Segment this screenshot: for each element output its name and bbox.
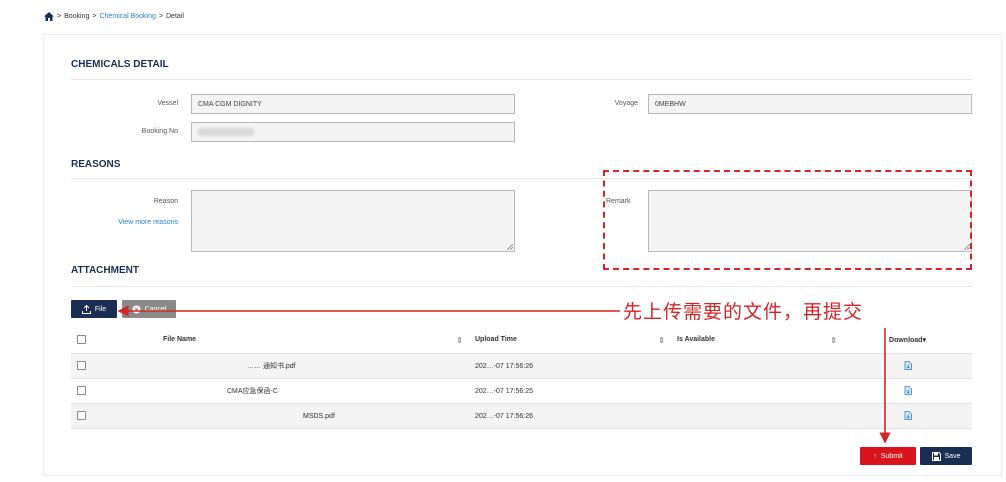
header-is-available[interactable]: Is Available ⇕ [671, 327, 843, 354]
breadcrumb-detail: Detail [166, 13, 184, 20]
is-available-cell [671, 403, 843, 429]
upload-time: 202…-07 17:56:25 [475, 387, 533, 395]
chevron-down-icon: ▾ [922, 337, 926, 344]
breadcrumb-chemical-booking[interactable]: Chemical Booking [99, 13, 155, 20]
breadcrumb-separator: > [92, 13, 97, 20]
row-checkbox-cell [71, 403, 157, 429]
header-download[interactable]: Download▾ [843, 327, 972, 354]
save-button[interactable]: Save [920, 447, 972, 465]
cancel-icon [132, 305, 141, 313]
header-checkbox-cell [71, 327, 157, 354]
resize-handle-icon[interactable] [507, 244, 513, 250]
breadcrumb-separator: > [57, 13, 62, 20]
table-header-row: File Name ⇕ Upload Time ⇕ Is Available ⇕ Do… [71, 327, 972, 354]
table-row: MSDS.pdf 202…-07 17:56:26 [71, 403, 972, 429]
voyage-value: 0MEBHW [655, 100, 686, 108]
file-upload-button[interactable]: File [71, 300, 117, 318]
table-row: CMA应急保函-C 202…-07 17:56:25 [71, 378, 972, 404]
view-more-reasons-link[interactable]: View more reasons [88, 219, 178, 226]
row-checkbox-cell [71, 378, 157, 404]
arrow-up-icon: ↑ [873, 452, 877, 460]
booking-no-label: Booking No [141, 128, 178, 135]
section-title-reasons: REASONS [71, 159, 121, 170]
annotation-text: 先上传需要的文件，再提交 [623, 301, 864, 323]
file-name: MSDS.pdf [303, 412, 335, 420]
header-upload-time[interactable]: Upload Time ⇕ [469, 327, 671, 354]
section-title-attachment: ATTACHMENT [71, 265, 139, 276]
download-icon[interactable] [904, 410, 912, 420]
upload-time-cell: 202…-07 17:56:25 [469, 378, 671, 404]
upload-time-cell: 202…-07 17:56:26 [469, 403, 671, 429]
save-button-label: Save [944, 452, 961, 460]
divider [71, 286, 972, 287]
voyage-field[interactable]: 0MEBHW [648, 94, 972, 114]
breadcrumb-separator: > [158, 13, 163, 20]
file-name-cell: MSDS.pdf [157, 403, 469, 429]
upload-time: 202…-07 17:56:26 [475, 362, 533, 370]
upload-icon [81, 304, 91, 314]
row-checkbox[interactable] [77, 410, 86, 420]
is-available-cell [671, 378, 843, 404]
reason-label: Reason [153, 198, 178, 205]
remark-highlight-box [603, 170, 972, 270]
download-cell [843, 378, 972, 404]
vessel-value: CMA CGM DIGNITY [198, 100, 262, 108]
file-name: CMA应急保函-C [227, 388, 278, 395]
breadcrumb: > Booking > Chemical Booking > Detail [44, 12, 184, 21]
download-icon[interactable] [904, 360, 912, 370]
submit-button-label: Submit [880, 452, 903, 460]
save-icon [931, 451, 941, 461]
home-icon[interactable] [44, 12, 54, 21]
header-upload-time-label: Upload Time [475, 335, 517, 343]
header-is-available-label: Is Available [677, 335, 716, 343]
breadcrumb-booking[interactable]: Booking [64, 13, 89, 20]
download-icon[interactable] [904, 385, 912, 395]
download-cell [843, 403, 972, 429]
divider [71, 79, 972, 80]
sort-icon[interactable]: ⇕ [456, 336, 463, 345]
download-cell [843, 353, 972, 379]
select-all-checkbox[interactable] [77, 334, 86, 344]
upload-time-cell: 202…-07 17:56:26 [469, 353, 671, 379]
file-name-cell: …… 通知书.pdf [157, 353, 469, 379]
cancel-button[interactable]: Cancel [122, 300, 176, 318]
file-name-cell: CMA应急保函-C [157, 378, 469, 404]
vessel-label: Vessel [157, 100, 178, 107]
section-title-chemicals-detail: CHEMICALS DETAIL [71, 59, 169, 70]
sort-icon[interactable]: ⇕ [658, 336, 665, 345]
row-checkbox-cell [71, 353, 157, 379]
vessel-field[interactable]: CMA CGM DIGNITY [191, 94, 515, 114]
is-available-cell [671, 353, 843, 379]
page: > Booking > Chemical Booking > Detail CH… [0, 0, 1006, 482]
booking-no-redacted [198, 128, 254, 136]
header-download-label: Download [889, 337, 923, 344]
file-name: …… 通知书.pdf [247, 363, 296, 370]
booking-no-field[interactable] [191, 122, 515, 142]
header-file-name[interactable]: File Name ⇕ [157, 327, 469, 354]
file-button-label: File [94, 305, 107, 313]
reason-textarea[interactable] [191, 190, 515, 252]
cancel-button-label: Cancel [144, 305, 167, 313]
upload-time: 202…-07 17:56:26 [475, 412, 533, 420]
sort-icon[interactable]: ⇕ [830, 336, 837, 345]
header-file-name-label: File Name [163, 335, 197, 343]
voyage-label: Voyage [614, 100, 638, 107]
table-row: …… 通知书.pdf 202…-07 17:56:26 [71, 353, 972, 379]
submit-button[interactable]: ↑ Submit [860, 447, 916, 465]
row-checkbox[interactable] [77, 360, 86, 370]
attachment-table: File Name ⇕ Upload Time ⇕ Is Available ⇕ Do… [71, 327, 972, 429]
row-checkbox[interactable] [77, 385, 86, 395]
